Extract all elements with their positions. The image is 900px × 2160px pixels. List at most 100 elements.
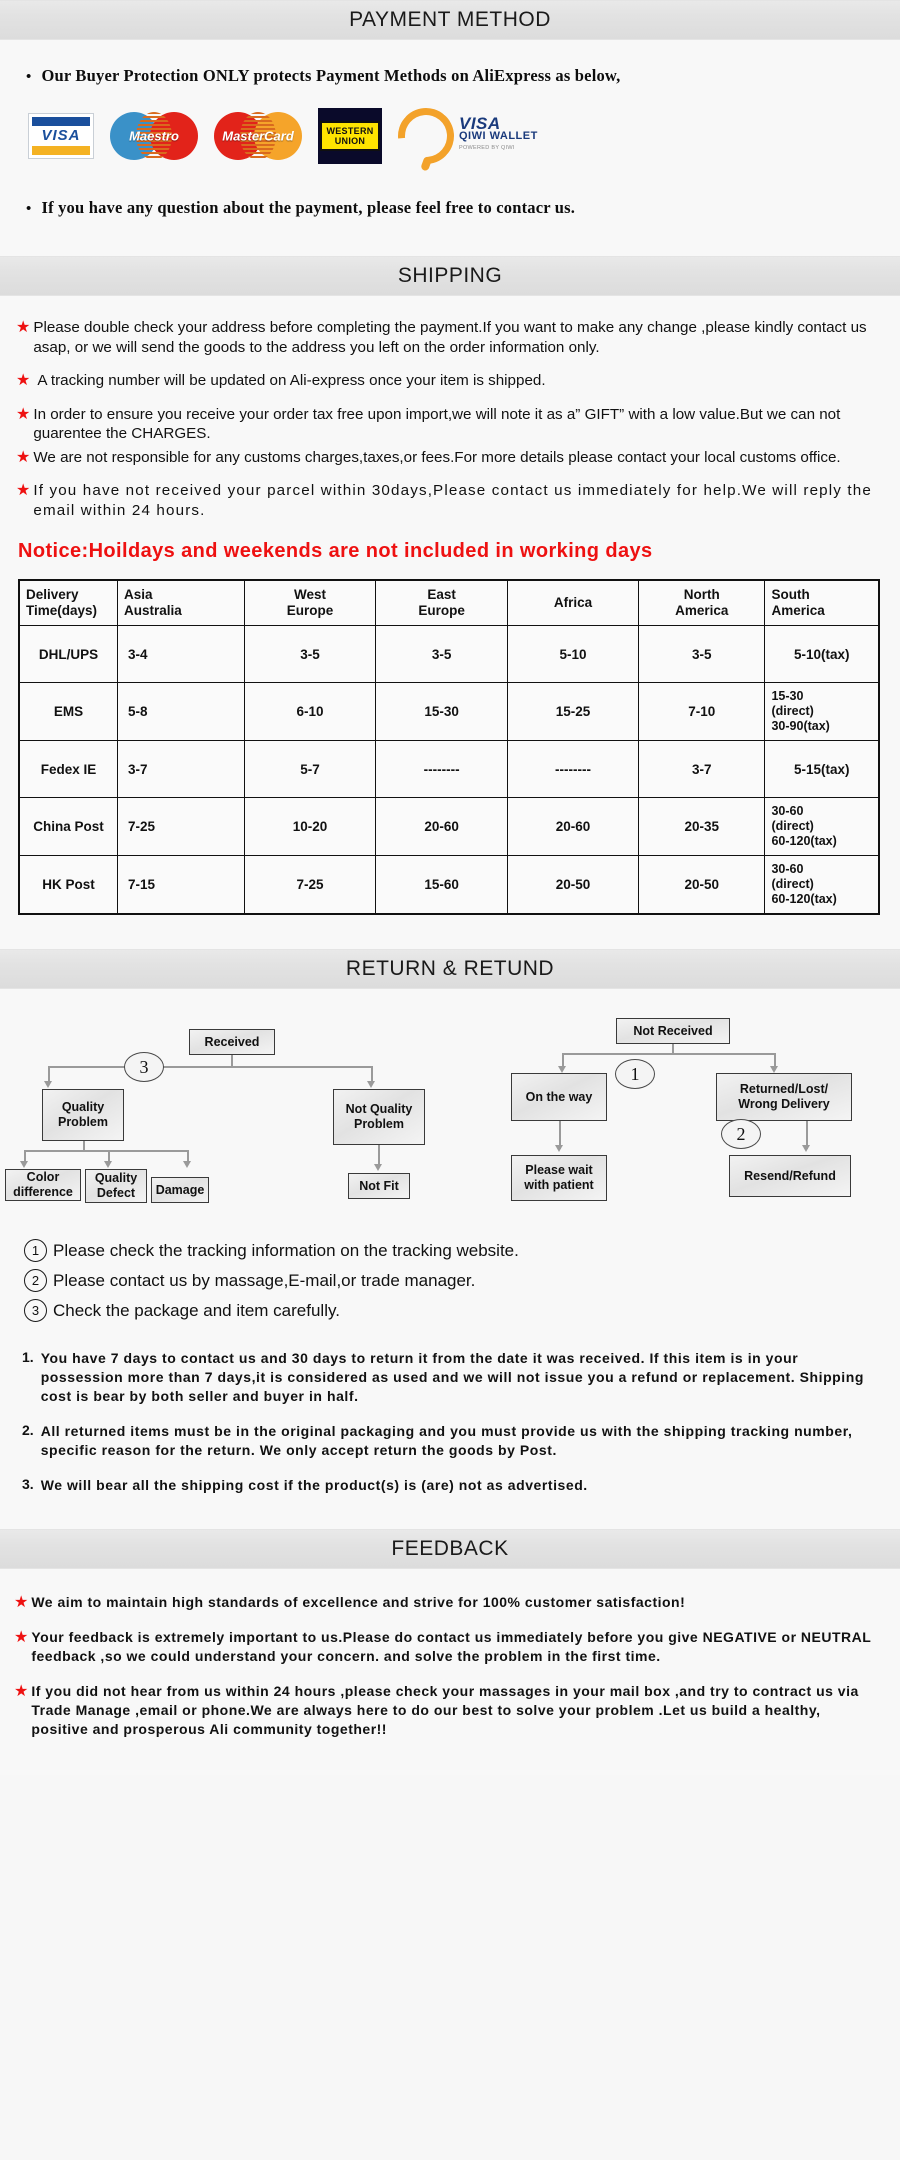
flow-arrow-icon [802, 1145, 810, 1152]
cell: 7-10 [637, 682, 766, 741]
cell: 15-60 [375, 855, 508, 915]
star-icon: ★ [14, 1594, 29, 1611]
visa-logo: VISA [28, 113, 94, 159]
flow-node-not-quality-problem: Not Quality Problem [333, 1089, 425, 1145]
feedback-item-text: Your feedback is extremely important to … [31, 1629, 872, 1664]
row-label-hk-post: HK Post [18, 855, 118, 915]
flow-arrow-icon [367, 1081, 375, 1088]
cell: 5-10(tax) [764, 625, 880, 683]
cell: 20-50 [506, 855, 640, 915]
circled-number-3: 3 [24, 1299, 47, 1322]
shipping-bullet: ★ A tracking number will be updated on A… [0, 371, 900, 391]
shipping-bullet: ★ If you have not received your parcel w… [0, 481, 900, 520]
qiwi-wallet-logo: VISA QIWI WALLET POWERED BY QIWI [386, 96, 538, 176]
western-union-logo: WESTERN UNION [318, 108, 382, 164]
cell: 30-60 (direct) 60-120(tax) [764, 855, 880, 915]
flow-arrow-icon [20, 1161, 28, 1168]
flow-arrow-icon [104, 1161, 112, 1168]
shipping-bullet-text: A tracking number will be updated on Ali… [37, 372, 546, 389]
flow-marker-1: 1 [615, 1059, 655, 1089]
payment-section-header: PAYMENT METHOD [0, 0, 900, 40]
table-row: DHL/UPS 3-4 3-5 3-5 5-10 3-5 5-10(tax) [18, 625, 880, 683]
feedback-section-body: ★ We aim to maintain high standards of e… [0, 1569, 900, 1775]
col-header-south-america: South America [764, 579, 880, 626]
star-icon: ★ [16, 448, 31, 466]
star-icon: ★ [16, 319, 31, 336]
cell: 20-50 [637, 855, 766, 915]
visa-bottom-bar [32, 146, 90, 155]
cell: 3-7 [637, 740, 766, 798]
mastercard-logo-text: MasterCard [222, 128, 294, 144]
circled-number-1: 1 [24, 1239, 47, 1262]
star-icon: ★ [14, 1683, 29, 1700]
policy-text: We will bear all the shipping cost if th… [40, 1477, 588, 1493]
qiwi-wallet-text: QIWI WALLET [459, 130, 538, 142]
cell: 7-15 [116, 855, 245, 915]
cell: 3-5 [243, 625, 377, 683]
payment-bullet-2: • If you have any question about the paym… [0, 164, 900, 218]
cell: -------- [375, 740, 508, 798]
payment-logos: VISA Maestro MasterCard WESTERN UNION VI… [0, 86, 900, 176]
circled-number-2: 2 [24, 1269, 47, 1292]
return-policy-list: 1. You have 7 days to contact us and 30 … [0, 1329, 900, 1529]
shipping-bullet-text: Please double check your address before … [33, 319, 867, 356]
feedback-item-text: We aim to maintain high standards of exc… [31, 1594, 686, 1610]
mastercard-logo: MasterCard [214, 112, 302, 160]
western-union-line-2: UNION [334, 136, 366, 146]
flow-node-damage: Damage [151, 1177, 209, 1203]
visa-logo-text: VISA [41, 127, 81, 144]
cell: 20-60 [375, 797, 508, 856]
return-section-title: RETURN & RETUND [345, 957, 555, 980]
flow-node-resend-refund: Resend/Refund [729, 1155, 851, 1197]
row-label-fedex-ie: Fedex IE [18, 740, 118, 798]
return-circled-notes: 1 Please check the tracking information … [0, 1225, 900, 1322]
row-label-dhl-ups: DHL/UPS [18, 625, 118, 683]
star-icon: ★ [16, 372, 31, 389]
policy-number: 3. [22, 1476, 34, 1492]
circled-note-text: Please contact us by massage,E-mail,or t… [53, 1270, 476, 1290]
qiwi-ring-icon [386, 96, 466, 176]
payment-bullet-2-text: If you have any question about the payme… [41, 198, 576, 217]
product-policy-page: PAYMENT METHOD • Our Buyer Protection ONL… [0, 0, 900, 1775]
flow-arrow-icon [555, 1145, 563, 1152]
shipping-bullet: ★ Please double check your address befor… [0, 318, 900, 357]
feedback-section-title: FEEDBACK [391, 1537, 509, 1560]
return-flowchart: Received 3 Quality Problem Not Quality P… [0, 1005, 900, 1225]
cell: 15-30 [375, 682, 508, 741]
payment-section-title: PAYMENT METHOD [349, 8, 551, 31]
shipping-notice: Notice:Hoildays and weekends are not inc… [18, 540, 653, 562]
cell: 3-4 [116, 625, 245, 683]
feedback-item: ★ We aim to maintain high standards of e… [0, 1593, 900, 1612]
flow-arrow-icon [558, 1066, 566, 1073]
shipping-time-table: Delivery Time(days) Asia Australia West … [18, 579, 880, 915]
flow-node-on-the-way: On the way [511, 1073, 607, 1121]
flow-arrow-icon [44, 1081, 52, 1088]
list-item: 3 Check the package and item carefully. [24, 1299, 900, 1322]
bullet-dot-icon-2: • [26, 201, 32, 217]
star-icon: ★ [16, 482, 31, 499]
shipping-section-header: SHIPPING [0, 256, 900, 296]
flow-node-quality-defect: Quality Defect [85, 1169, 147, 1203]
list-item: 1. You have 7 days to contact us and 30 … [22, 1349, 878, 1406]
flow-line [562, 1053, 775, 1055]
col-header-asia-australia: Asia Australia [116, 579, 245, 626]
cell: 3-7 [116, 740, 245, 798]
payment-section-body: • Our Buyer Protection ONLY protects Paym… [0, 40, 900, 256]
qiwi-text-block: VISA QIWI WALLET POWERED BY QIWI [459, 114, 538, 154]
shipping-bullet-text: We are not responsible for any customs c… [33, 448, 841, 466]
cell: 10-20 [243, 797, 377, 856]
flow-node-returned-lost-wrong-delivery: Returned/Lost/ Wrong Delivery [716, 1073, 852, 1121]
list-item: 1 Please check the tracking information … [24, 1239, 900, 1262]
maestro-logo-text: Maestro [129, 128, 179, 144]
cell: 7-25 [243, 855, 377, 915]
cell: 5-10 [506, 625, 640, 683]
flow-node-not-fit: Not Fit [348, 1173, 410, 1199]
circled-note-text: Please check the tracking information on… [53, 1240, 519, 1260]
return-section-header: RETURN & RETUND [0, 949, 900, 989]
table-header-row: Delivery Time(days) Asia Australia West … [18, 579, 880, 626]
policy-number: 1. [22, 1349, 34, 1365]
cell: 7-25 [116, 797, 245, 856]
qiwi-visa-text: VISA [459, 114, 501, 133]
flow-marker-2: 2 [721, 1119, 761, 1149]
star-icon: ★ [14, 1629, 29, 1646]
